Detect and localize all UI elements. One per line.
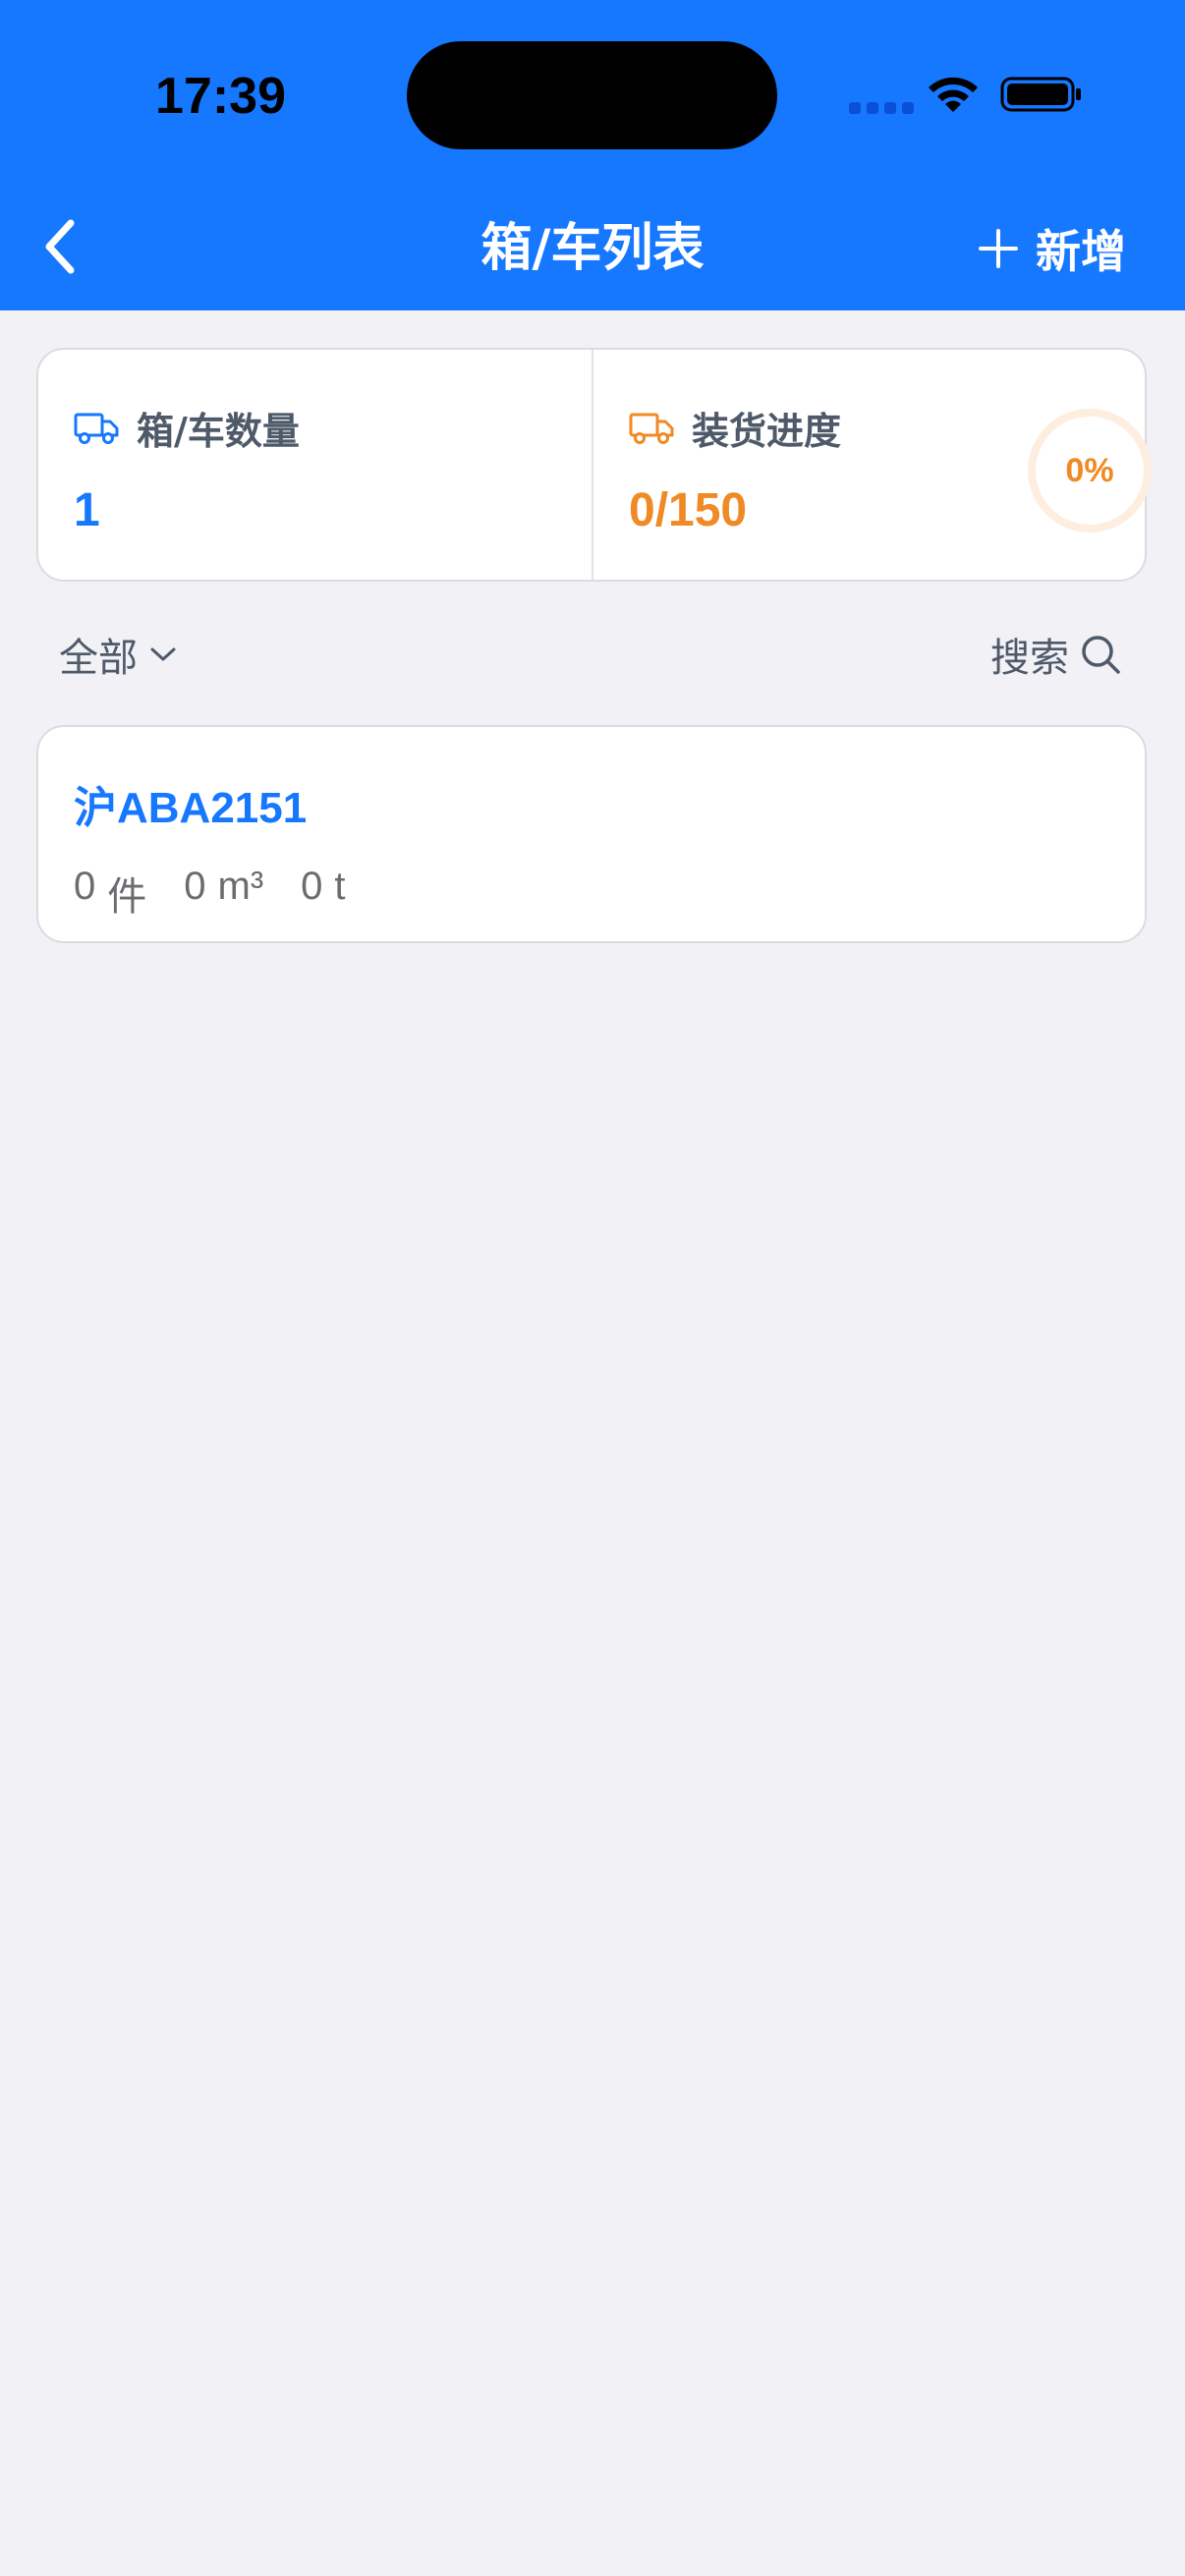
status-time: 17:39 [155,68,286,125]
dynamic-island [407,41,777,149]
chevron-down-icon [150,647,176,661]
pieces-metric: 0 件 [74,865,146,922]
weight-unit: t [334,865,346,908]
weight-value: 0 [301,865,323,908]
volume-unit: m³ [217,865,264,908]
truck-icon [629,413,674,444]
add-button-label: 新增 [1036,225,1126,278]
search-button[interactable]: 搜索 [990,625,1122,684]
search-icon [1082,636,1120,674]
progress-value: 0/150 [629,484,748,536]
search-label: 搜索 [990,636,1069,681]
filter-selected-label: 全部 [59,636,138,681]
plate-number: 沪ABA2151 [74,784,308,832]
header-bar: 17:39 箱/车列表 新增 [0,0,1185,310]
truck-icon [74,413,119,444]
chevron-left-icon [45,219,75,274]
wifi-icon [929,77,978,112]
count-value: 1 [74,484,100,536]
volume-metric: 0 m³ [184,865,263,922]
weight-metric: 0 t [301,865,345,922]
cellular-signal-icon [849,102,914,114]
count-stat: 箱/车数量 1 [38,350,592,580]
count-label: 箱/车数量 [137,410,300,453]
filter-dropdown[interactable]: 全部 [59,625,177,684]
pieces-value: 0 [74,865,96,908]
pieces-unit: 件 [107,875,147,919]
progress-percent: 0% [1065,451,1114,489]
progress-label: 装货进度 [692,410,842,453]
item-metrics: 0 件 0 m³ 0 t [74,865,346,922]
list-item[interactable]: 沪ABA2151 0 件 0 m³ 0 t [36,725,1147,943]
volume-value: 0 [184,865,206,908]
back-button[interactable] [29,210,88,283]
plus-icon [979,229,1018,268]
progress-stat: 装货进度 0/150 0% [593,350,1152,580]
add-button[interactable]: 新增 [977,210,1126,287]
battery-icon [1000,77,1081,112]
stats-card: 箱/车数量 1 装货进度 0/150 0% [36,348,1152,582]
